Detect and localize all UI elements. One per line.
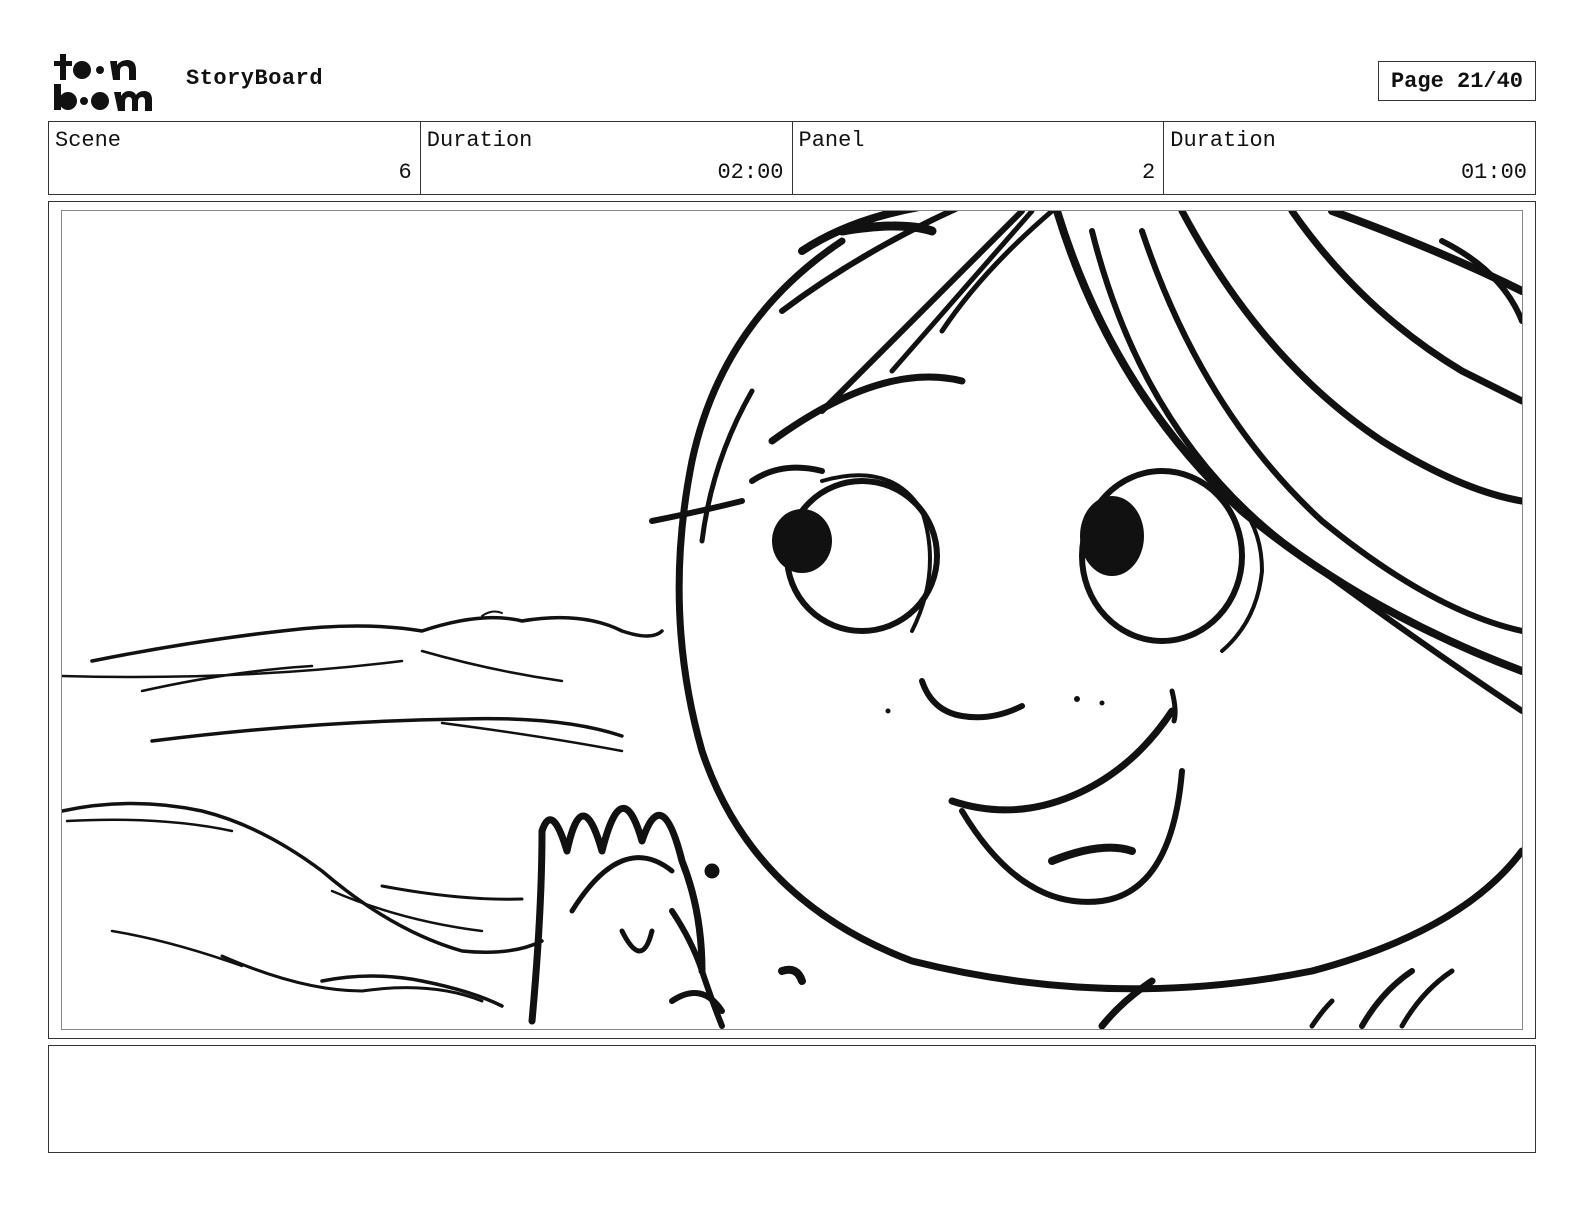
panel-duration-value: 01:00 xyxy=(1460,160,1527,185)
sketch-girl-face-icon xyxy=(62,211,1522,1029)
panel-duration-label: Duration xyxy=(1170,128,1276,153)
panel-duration-cell: Duration 01:00 xyxy=(1164,122,1535,194)
panel-label: Panel xyxy=(798,128,865,153)
scene-duration-cell: Duration 02:00 xyxy=(421,122,793,194)
panel-value: 2 xyxy=(1142,160,1156,185)
toon-boom-logo-icon xyxy=(54,54,152,111)
scene-label: Scene xyxy=(55,128,122,153)
panel-cell: Panel 2 xyxy=(793,122,1165,194)
toon-boom-logo xyxy=(50,50,166,114)
scene-duration-value: 02:00 xyxy=(717,160,784,185)
panel-frame xyxy=(48,201,1536,1039)
scene-duration-label: Duration xyxy=(426,128,533,153)
info-table: Scene 6 Duration 02:00 Panel 2 Duration … xyxy=(48,121,1536,195)
panel-notes[interactable] xyxy=(48,1045,1536,1153)
scene-cell: Scene 6 xyxy=(49,122,421,194)
panel-image xyxy=(61,210,1523,1030)
app-title: StoryBoard xyxy=(186,66,324,91)
page-indicator: Page 21/40 xyxy=(1378,61,1536,101)
scene-value: 6 xyxy=(398,160,412,185)
